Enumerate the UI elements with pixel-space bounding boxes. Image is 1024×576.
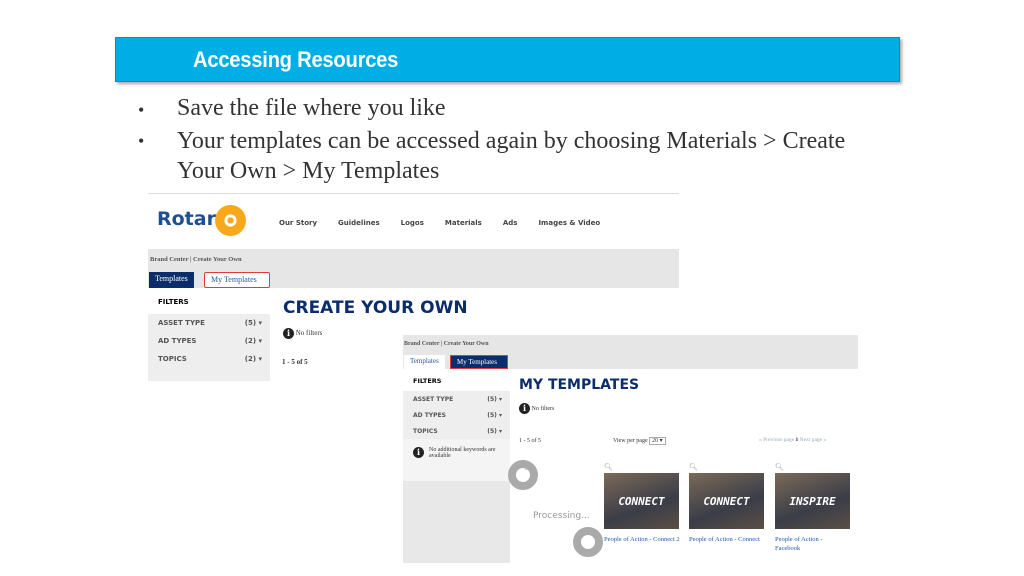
screenshot-my-templates: Brand Center | Create Your Own Templates… — [403, 335, 858, 563]
current-page: 1 — [795, 437, 799, 443]
view-per-page: View per page 20 ▾ — [613, 437, 666, 445]
info-icon: i — [413, 447, 424, 458]
filter-label: ASSET TYPE — [158, 319, 205, 327]
info-icon: i — [519, 403, 530, 414]
results-count: 1 - 5 of 5 — [519, 438, 541, 444]
template-link[interactable]: People of Action - Connect — [689, 535, 769, 544]
next-page-link[interactable]: Next page » — [800, 437, 827, 443]
slide-title-bar: Accessing Resources — [115, 37, 900, 82]
no-filters-text: No filters — [295, 329, 323, 338]
template-link[interactable]: People of Action - Connect 2 — [604, 535, 682, 544]
tab-templates[interactable]: Templates — [149, 272, 194, 288]
tab-templates[interactable]: Templates — [404, 355, 445, 369]
nav-our-story[interactable]: Our Story — [279, 219, 317, 227]
main-nav: Our Story Guidelines Logos Materials Ads… — [279, 219, 600, 227]
no-filters: i No filters — [283, 328, 322, 339]
zoom-icon[interactable]: 🔍︎ — [689, 463, 698, 471]
previous-page-link[interactable]: « Previous page — [759, 437, 794, 443]
zoom-icon[interactable]: 🔍︎ — [604, 463, 613, 471]
thumbnail-caption: CONNECT — [703, 494, 750, 508]
bullet-dot: • — [138, 131, 145, 151]
filter-label: AD TYPES — [158, 337, 197, 345]
no-keywords-text: No additional keywords are available — [429, 447, 496, 459]
nav-logos[interactable]: Logos — [401, 219, 424, 227]
filters-sidebar: FILTERS ASSET TYPE (5) ▾ AD TYPES (2) ▾ TO… — [148, 288, 270, 381]
filter-topics[interactable]: TOPICS (2) ▾ — [148, 350, 270, 368]
per-page-value: 20 — [652, 438, 659, 444]
nav-images-video[interactable]: Images & Video — [538, 219, 600, 227]
filter-ad-types[interactable]: AD TYPES (2) ▾ — [148, 332, 270, 350]
filters-title: FILTERS — [148, 288, 270, 314]
bullet-1: Save the file where you like — [177, 95, 446, 121]
nav-ads[interactable]: Ads — [503, 219, 518, 227]
filter-label: ASSET TYPE — [413, 395, 454, 403]
template-link[interactable]: People of Action - Facebook — [775, 535, 835, 553]
filter-label: TOPICS — [158, 355, 187, 363]
tab-my-templates[interactable]: My Templates — [450, 355, 508, 369]
bullet-dot: • — [138, 100, 145, 120]
filter-count: (5) — [487, 427, 497, 435]
template-thumbnail[interactable]: CONNECT — [604, 473, 679, 529]
filter-label: AD TYPES — [413, 411, 446, 419]
nav-materials[interactable]: Materials — [445, 219, 482, 227]
template-thumbnail[interactable]: INSPIRE — [775, 473, 850, 529]
thumbnail-caption: CONNECT — [618, 494, 665, 508]
template-thumbnail[interactable]: CONNECT — [689, 473, 764, 529]
pagination: « Previous page 1 Next page » — [759, 437, 826, 443]
no-keywords-box: i No additional keywords are available — [403, 439, 510, 481]
no-filters-text: No filters — [531, 405, 555, 412]
rotary-wheel-icon — [215, 205, 246, 236]
breadcrumb: Brand Center | Create Your Own — [404, 341, 489, 347]
filter-count: (5) — [487, 411, 497, 419]
info-icon: i — [283, 328, 294, 339]
filter-label: TOPICS — [413, 427, 438, 435]
nav-guidelines[interactable]: Guidelines — [338, 219, 380, 227]
breadcrumb: Brand Center | Create Your Own — [150, 256, 242, 263]
filter-asset-type[interactable]: ASSET TYPE (5) ▾ — [403, 391, 510, 407]
filter-asset-type[interactable]: ASSET TYPE (5) ▾ — [148, 314, 270, 332]
gear-icon — [508, 460, 538, 490]
no-filters: i No filters — [519, 403, 554, 414]
processing-text: Processing... — [533, 511, 590, 521]
results-count: 1 - 5 of 5 — [282, 358, 308, 366]
zoom-icon[interactable]: 🔍︎ — [775, 463, 784, 471]
per-page-select[interactable]: 20 ▾ — [649, 437, 666, 445]
thumbnail-caption: INSPIRE — [789, 494, 836, 508]
filter-count: (5) — [244, 319, 257, 327]
filter-ad-types[interactable]: AD TYPES (5) ▾ — [403, 407, 510, 423]
tab-my-templates[interactable]: My Templates — [204, 272, 270, 288]
view-per-page-label: View per page — [613, 438, 648, 444]
filter-topics[interactable]: TOPICS (5) ▾ — [403, 423, 510, 439]
page-heading: CREATE YOUR OWN — [283, 298, 468, 318]
filters-title: FILTERS — [403, 369, 510, 391]
gear-icon — [573, 527, 603, 557]
page-heading: MY TEMPLATES — [519, 377, 640, 393]
slide-title: Accessing Resources — [193, 47, 399, 72]
bullet-2: Your templates can be accessed again by … — [177, 128, 846, 184]
filter-count: (2) — [244, 337, 257, 345]
filter-count: (5) — [487, 395, 497, 403]
filters-sidebar: FILTERS ASSET TYPE (5) ▾ AD TYPES (5) ▾ TO… — [403, 369, 510, 563]
filter-count: (2) — [244, 355, 257, 363]
